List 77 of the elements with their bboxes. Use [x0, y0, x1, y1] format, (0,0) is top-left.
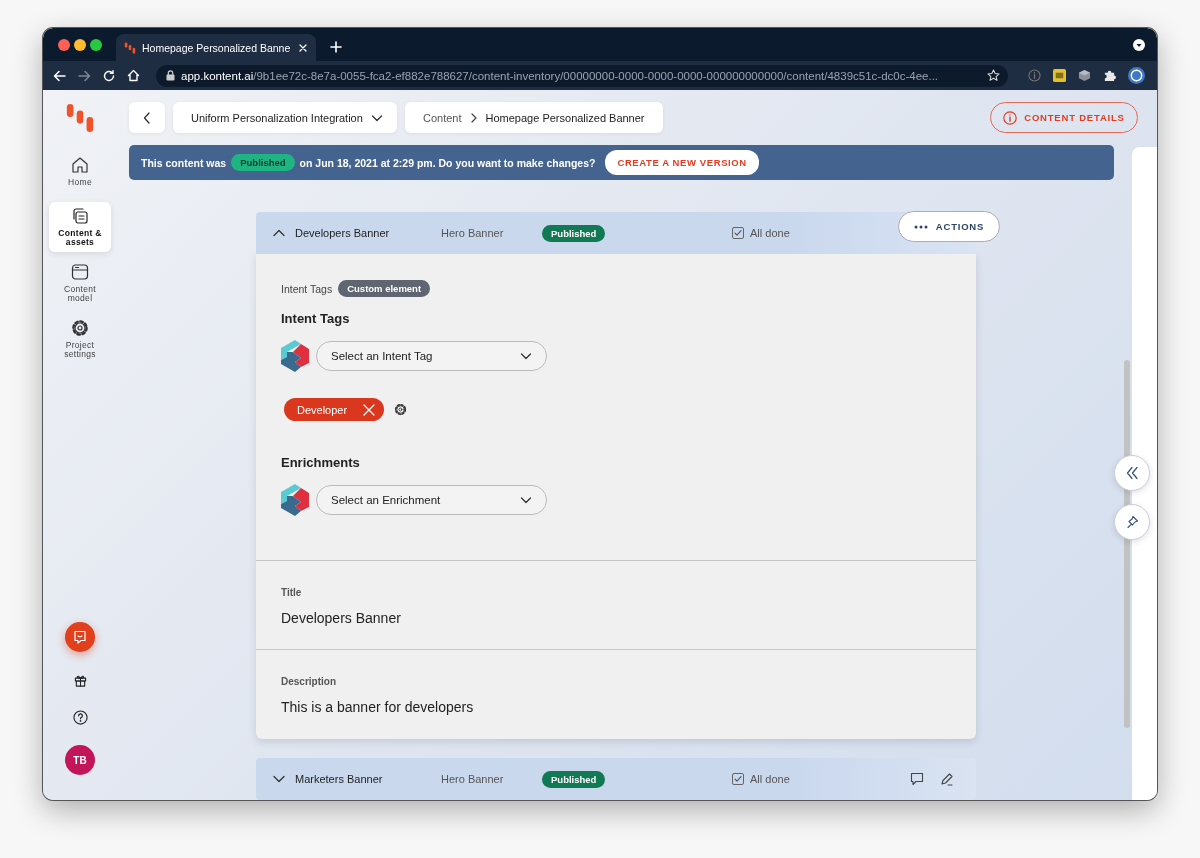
workflow-label: All done — [750, 227, 790, 239]
pin-button[interactable] — [1114, 504, 1150, 540]
actions-button[interactable]: ACTIONS — [898, 211, 1000, 242]
home-icon — [71, 155, 89, 174]
bookmark-star-icon[interactable] — [987, 69, 1000, 82]
info-circle-icon[interactable] — [1028, 69, 1041, 82]
settings-icon[interactable] — [394, 403, 408, 416]
puzzle-icon[interactable] — [1103, 69, 1116, 82]
back-arrow-icon[interactable] — [53, 69, 66, 82]
documents-icon — [71, 207, 89, 225]
breadcrumb-current: Homepage Personalized Banner — [485, 111, 645, 124]
edit-icon[interactable] — [940, 772, 954, 786]
item-header[interactable]: Marketers Banner Hero Banner Published All done — [256, 758, 976, 800]
help-icon[interactable] — [72, 710, 88, 725]
group-heading: Enrichments — [281, 455, 361, 470]
sidebar-item[interactable]: Content & assets — [49, 202, 111, 252]
field-value: This is a banner for developers — [281, 699, 475, 715]
element-label: Intent Tags — [281, 282, 333, 295]
cube-icon[interactable] — [1078, 69, 1091, 82]
content-type: Hero Banner — [441, 773, 505, 785]
notice-text: This content was — [141, 156, 227, 169]
group-heading: Intent Tags — [281, 311, 351, 326]
maximize-window-button[interactable] — [90, 38, 102, 51]
hexagon-logo-icon — [281, 484, 309, 516]
layout-icon — [71, 263, 89, 281]
breadcrumb-link[interactable]: Content — [423, 111, 462, 124]
profile-menu-icon[interactable] — [1133, 39, 1145, 51]
comment-icon[interactable] — [910, 772, 924, 786]
pin-icon — [1125, 515, 1139, 529]
hexagon-logo-icon — [281, 340, 309, 372]
status-badge: Published — [542, 224, 606, 242]
app-logo — [65, 103, 95, 133]
tag-chip[interactable]: Developer — [284, 398, 385, 421]
new-tab-icon[interactable] — [330, 41, 342, 53]
user-avatar[interactable]: TB — [65, 745, 95, 775]
collapse-button[interactable] — [1114, 455, 1150, 491]
sidebar-item[interactable]: Project settings — [49, 314, 111, 364]
status-badge: Published — [542, 770, 606, 788]
feedback-button[interactable] — [65, 622, 95, 652]
settings-icon — [71, 319, 89, 337]
create-version-button[interactable]: CREATE A NEW VERSION — [605, 150, 759, 175]
chevron-right-icon — [469, 112, 478, 123]
profile-avatar-icon[interactable] — [1128, 67, 1145, 84]
sidebar-item[interactable]: Home — [49, 146, 111, 196]
dropdown-select[interactable]: Select an Intent Tag — [316, 341, 547, 371]
forward-arrow-icon[interactable] — [78, 69, 91, 82]
close-icon — [298, 42, 308, 53]
field-value: Developers Banner — [281, 610, 402, 626]
field-label: Title — [281, 587, 303, 598]
minimize-window-button[interactable] — [74, 38, 86, 51]
element-type-badge: Custom element — [338, 280, 431, 297]
home-icon[interactable] — [127, 69, 140, 82]
browser-tab[interactable]: Homepage Personalized Banne — [116, 34, 316, 61]
workflow-label: All done — [750, 773, 790, 785]
item-name: Marketers Banner — [295, 773, 384, 785]
address-bar[interactable]: app.kontent.ai/9b1ee72c-8e7a-0055-fca2-ef882e788627/content-inventory/00000000-0000-0000-0000-000000000000/content/4839c51c-dc0c-4ee... — [156, 64, 1008, 87]
field-label: Description — [281, 676, 337, 687]
chat-icon — [73, 630, 87, 644]
item-name: Developers Banner — [295, 227, 391, 239]
lock-icon — [166, 70, 175, 81]
info-icon — [1003, 110, 1018, 125]
reload-icon[interactable] — [103, 69, 115, 82]
notice-text: on Jun 18, 2021 at 2:29 pm. Do you want to make changes? — [299, 156, 596, 169]
gift-icon[interactable] — [73, 674, 87, 687]
sidebar-item[interactable]: Content model — [49, 258, 111, 308]
project-dropdown[interactable]: Uniform Personalization Integration — [173, 102, 397, 133]
content-type: Hero Banner — [441, 227, 505, 239]
app-logo-icon — [124, 41, 136, 54]
remove-icon[interactable] — [363, 403, 376, 416]
chevron-left-icon — [143, 111, 151, 124]
status-badge: Published — [231, 154, 295, 171]
close-window-button[interactable] — [58, 38, 70, 51]
chevron-down-icon — [520, 494, 532, 506]
double-chevron-left-icon — [1125, 466, 1139, 480]
dropdown-select[interactable]: Select an Enrichment — [316, 485, 547, 515]
chevron-down-icon — [520, 350, 532, 362]
more-icon — [913, 224, 928, 229]
